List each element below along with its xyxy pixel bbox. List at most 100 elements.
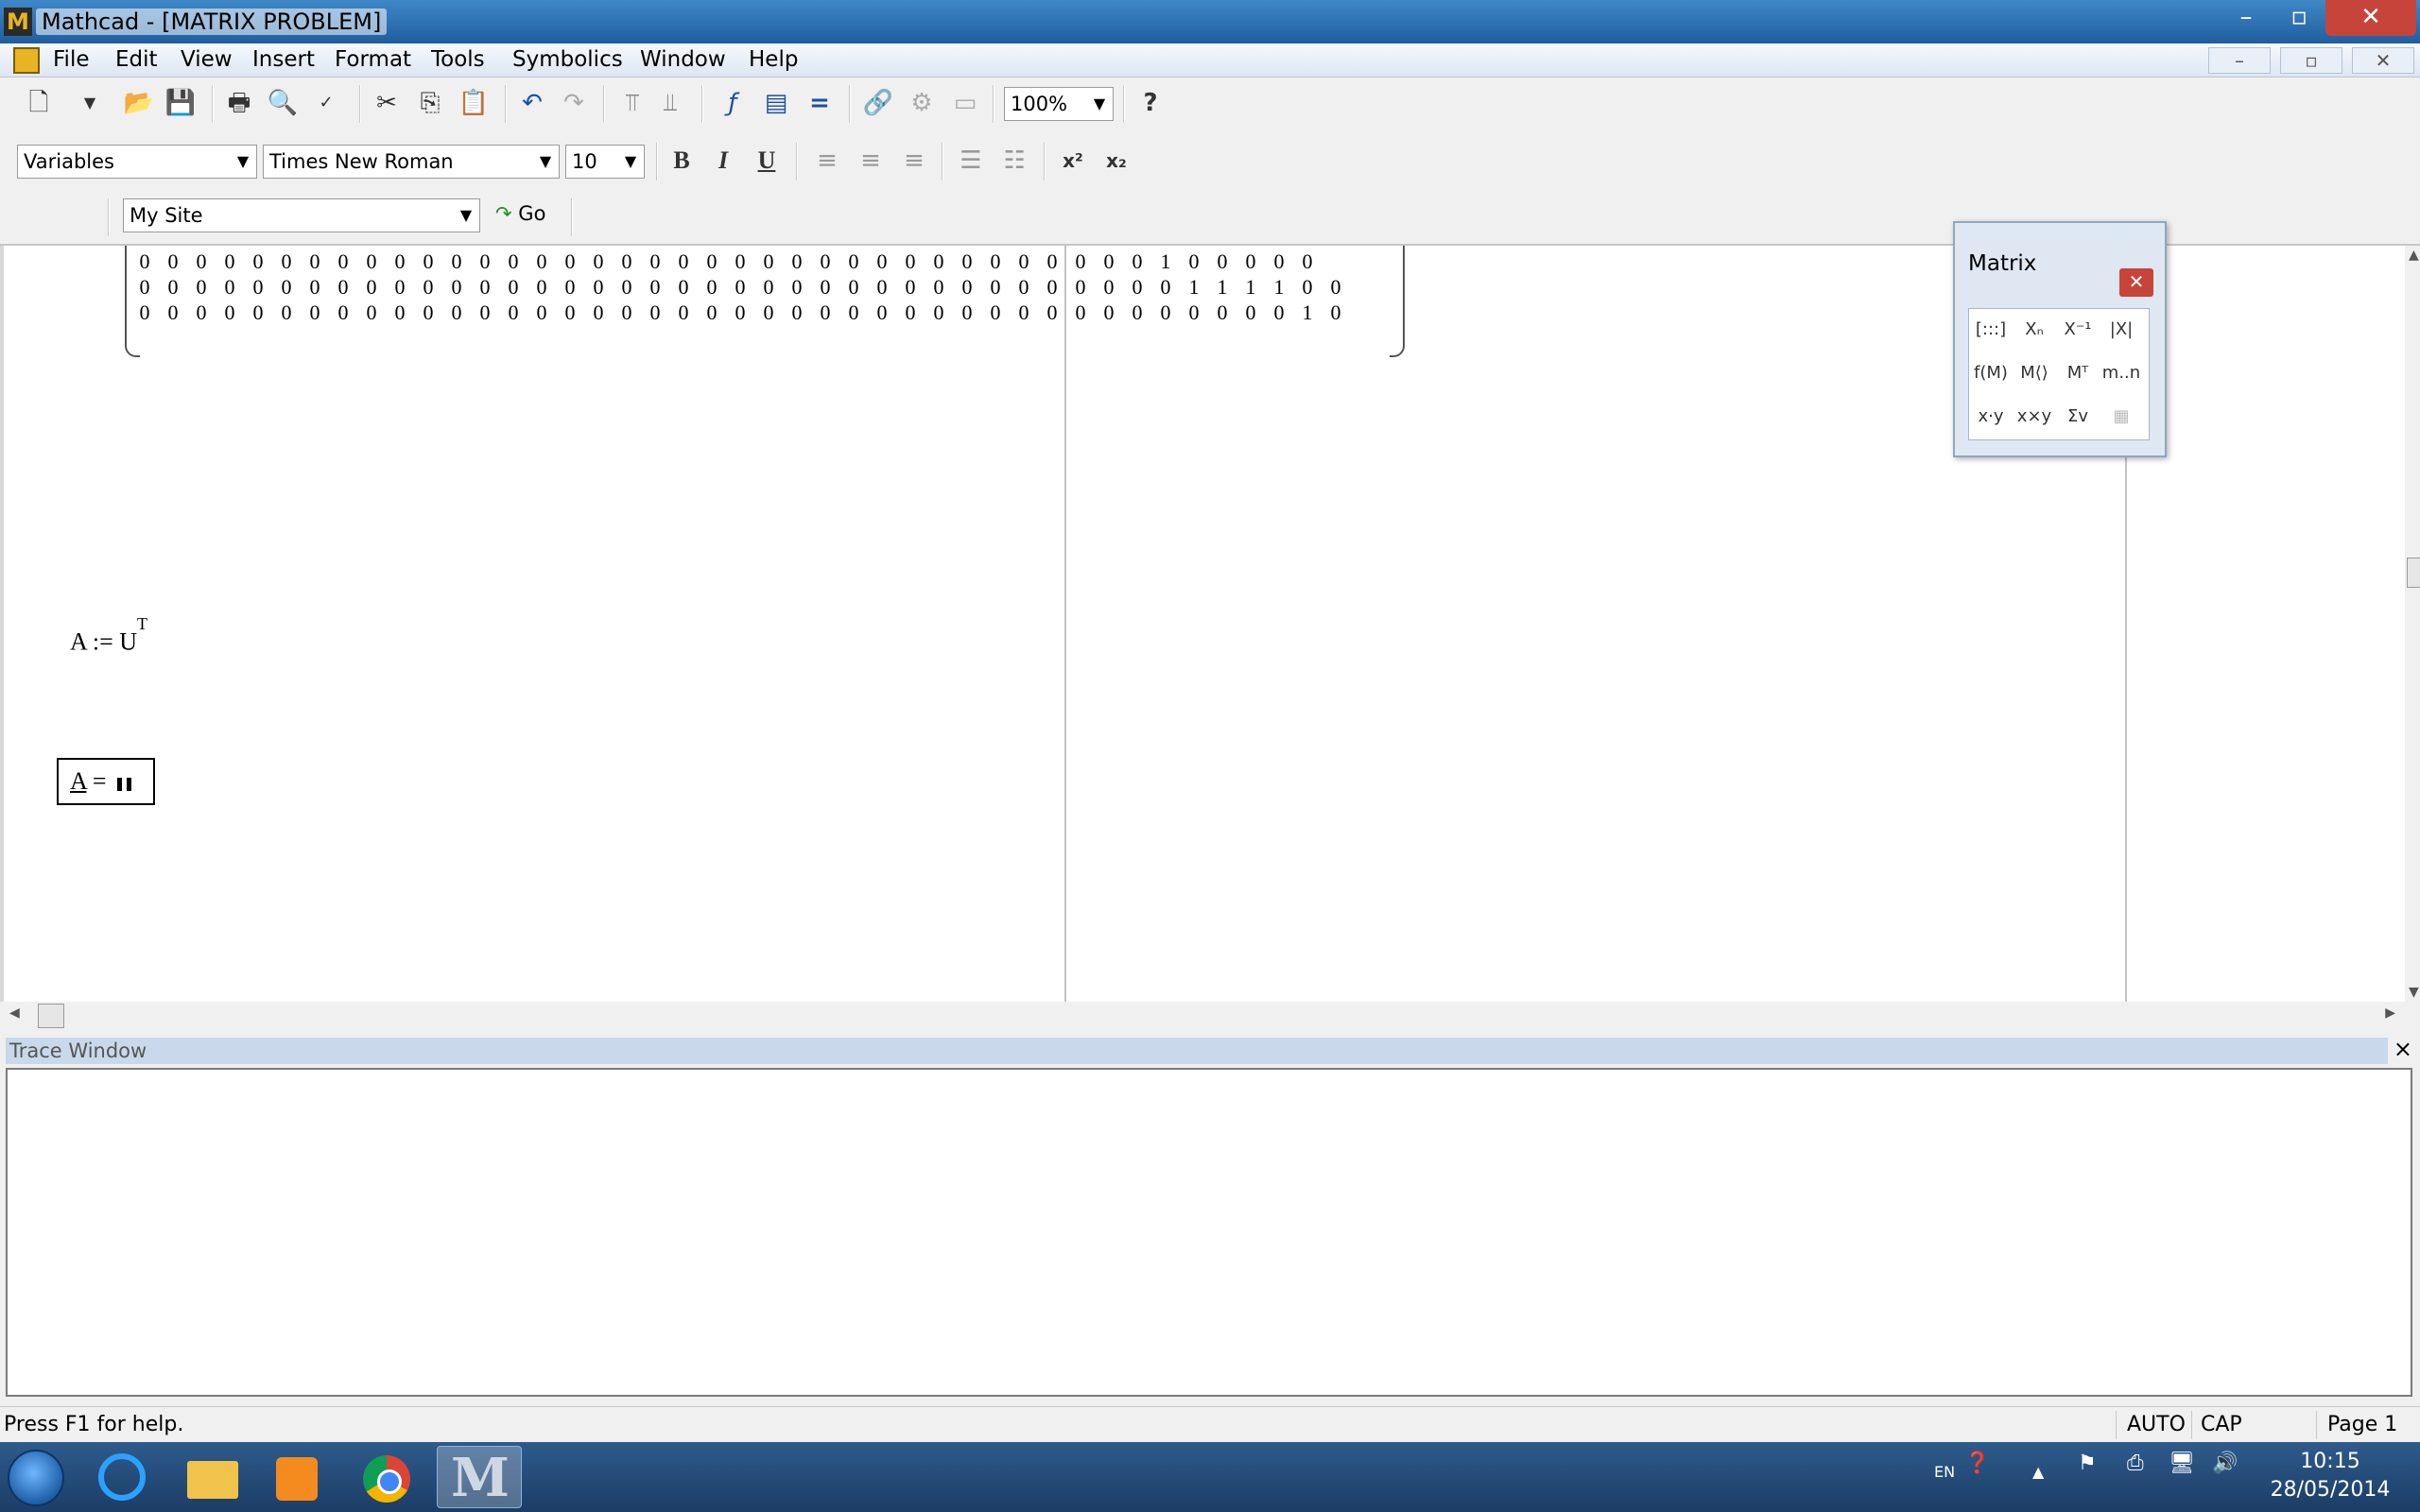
paste-icon[interactable]: 📋 [456, 85, 492, 121]
resource-center-icon[interactable]: ▭ [947, 85, 983, 121]
horizontal-scroll-thumb[interactable] [38, 1004, 64, 1028]
align-center-icon[interactable]: ≡ [853, 143, 889, 179]
vertical-scroll-thumb[interactable] [2407, 558, 2420, 588]
bullet-list-icon[interactable]: ☰ [953, 143, 989, 179]
print-icon[interactable]: 🖶 [221, 85, 257, 121]
transpose-icon[interactable]: Mᵀ [2056, 352, 2100, 394]
matrix-cell: 0 [423, 249, 434, 273]
taskbar-internet-explorer[interactable] [79, 1446, 164, 1508]
mathcad-app-icon[interactable]: M [4, 8, 32, 36]
matrix-cell: 0 [1046, 275, 1058, 299]
inverse-icon[interactable]: X⁻¹ [2056, 309, 2100, 351]
menu-window[interactable]: Window [640, 47, 726, 72]
copy-icon[interactable]: ⎘ [412, 85, 448, 121]
align-right-icon[interactable]: ≡ [896, 143, 932, 179]
range-variable-icon[interactable]: m..n [2100, 352, 2143, 394]
new-dropdown-arrow-icon[interactable]: ▼ [72, 85, 108, 121]
spell-check-icon[interactable]: ✓ [308, 85, 344, 121]
component-wizard-icon[interactable]: ⚙ [904, 85, 940, 121]
device-icon[interactable]: ⎙ [2127, 1452, 2144, 1475]
show-hidden-icons-icon[interactable]: ▲ [2032, 1463, 2044, 1481]
bold-button[interactable]: B [664, 143, 700, 179]
taskbar-clock[interactable]: 10:15 28/05/2014 [2250, 1448, 2411, 1504]
horizontal-scrollbar[interactable]: ◀ ▶ [0, 1002, 2405, 1030]
align-down-icon[interactable]: ⫫ [652, 85, 688, 121]
menu-edit[interactable]: Edit [115, 47, 158, 72]
insert-hyperlink-icon[interactable]: 🔗 [860, 85, 896, 121]
print-preview-icon[interactable]: 🔍 [265, 85, 301, 121]
document-close-button[interactable]: ✕ [2352, 47, 2414, 74]
scroll-up-icon[interactable]: ▲ [2409, 248, 2419, 263]
trace-output-area[interactable] [6, 1068, 2412, 1397]
language-indicator[interactable]: EN [1934, 1463, 1955, 1481]
start-button-icon[interactable] [8, 1450, 64, 1506]
menu-tools[interactable]: Tools [431, 47, 485, 72]
palette-close-button[interactable]: ✕ [2119, 268, 2153, 297]
trace-close-icon[interactable]: × [2394, 1036, 2412, 1062]
taskbar-file-explorer[interactable] [170, 1446, 255, 1508]
go-button[interactable]: ↷ Go [495, 202, 545, 225]
numbered-list-icon[interactable]: ☷ [996, 143, 1032, 179]
menu-format[interactable]: Format [335, 47, 411, 72]
align-top-icon[interactable]: ⫪ [614, 85, 650, 121]
determinant-icon[interactable]: |X| [2100, 309, 2143, 351]
matrix-cell: 0 [1018, 301, 1029, 324]
help-icon[interactable]: ? [1132, 85, 1168, 121]
restore-button[interactable]: ▫ [2273, 0, 2325, 36]
redo-icon[interactable]: ↷ [556, 85, 592, 121]
document-minimize-button[interactable]: – [2208, 47, 2271, 74]
help-tray-icon[interactable]: ❓ [1964, 1452, 1990, 1475]
dot-product-icon[interactable]: x·y [1969, 396, 2013, 438]
scroll-left-icon[interactable]: ◀ [9, 1005, 20, 1021]
network-icon[interactable]: 🖥 [2169, 1452, 2195, 1475]
superscript-icon[interactable]: x² [1055, 143, 1091, 179]
save-icon[interactable]: 💾 [163, 85, 199, 121]
toolbar-separator [701, 85, 703, 123]
action-center-flag-icon[interactable]: ⚑ [2078, 1452, 2097, 1475]
vector-sum-icon[interactable]: Σv [2056, 396, 2100, 438]
evaluation-expression[interactable]: A = [57, 758, 155, 805]
calculate-icon[interactable]: = [802, 85, 838, 121]
menu-help[interactable]: Help [749, 47, 798, 72]
menu-symbolics[interactable]: Symbolics [512, 47, 623, 72]
menu-view[interactable]: View [181, 47, 233, 72]
font-size-select[interactable]: 10 ▼ [565, 145, 645, 179]
subscript-icon[interactable]: x₂ [1098, 143, 1134, 179]
vertical-scrollbar[interactable]: ▲ ▼ [2405, 246, 2420, 1002]
assignment-expression[interactable]: A := UT [70, 614, 147, 657]
cross-product-icon[interactable]: x×y [2013, 396, 2056, 438]
taskbar-media-player[interactable] [255, 1446, 340, 1508]
underline-button[interactable]: U [749, 143, 785, 179]
menu-insert[interactable]: Insert [252, 47, 315, 72]
picture-icon[interactable]: ▦ [2100, 396, 2143, 438]
align-left-icon[interactable]: ≡ [809, 143, 845, 179]
close-button[interactable]: ✕ [2325, 0, 2416, 36]
insert-matrix-icon[interactable]: [:::] [1969, 309, 2013, 351]
scroll-right-icon[interactable]: ▶ [2385, 1005, 2395, 1021]
taskbar-mathcad[interactable]: M [437, 1446, 522, 1508]
scroll-down-icon[interactable]: ▼ [2409, 985, 2419, 1000]
menu-file[interactable]: File [53, 47, 90, 72]
vectorize-icon[interactable]: f(M) [1969, 352, 2013, 394]
style-select[interactable]: Variables ▼ [17, 145, 257, 179]
matrix-column-icon[interactable]: M⟨⟩ [2013, 352, 2056, 394]
matrix-region[interactable]: 0000000000000000000000000000000000001000… [125, 246, 1405, 365]
insert-unit-icon[interactable]: ▤ [758, 85, 794, 121]
italic-button[interactable]: I [705, 143, 741, 179]
document-icon[interactable] [13, 47, 40, 74]
document-restore-button[interactable]: ▫ [2280, 47, 2342, 74]
font-select[interactable]: Times New Roman ▼ [263, 145, 560, 179]
new-document-icon[interactable]: 🗋 [21, 85, 57, 121]
zoom-select[interactable]: 100% ▼ [1004, 87, 1114, 121]
matrix-cell: 0 [423, 275, 434, 299]
volume-icon[interactable]: 🔊 [2212, 1452, 2238, 1475]
undo-icon[interactable]: ↶ [514, 85, 550, 121]
minimize-button[interactable]: – [2220, 0, 2273, 36]
cut-icon[interactable]: ✂ [369, 85, 405, 121]
taskbar-chrome[interactable] [344, 1446, 429, 1508]
subscript-index-icon[interactable]: Xₙ [2013, 309, 2056, 351]
open-folder-icon[interactable]: 📂 [121, 85, 157, 121]
site-select[interactable]: My Site ▼ [123, 198, 480, 232]
insert-function-icon[interactable]: ƒ [715, 85, 751, 121]
matrix-palette[interactable]: Matrix ✕ [:::] Xₙ X⁻¹ |X| f(M) M⟨⟩ Mᵀ m.… [1953, 221, 2167, 457]
